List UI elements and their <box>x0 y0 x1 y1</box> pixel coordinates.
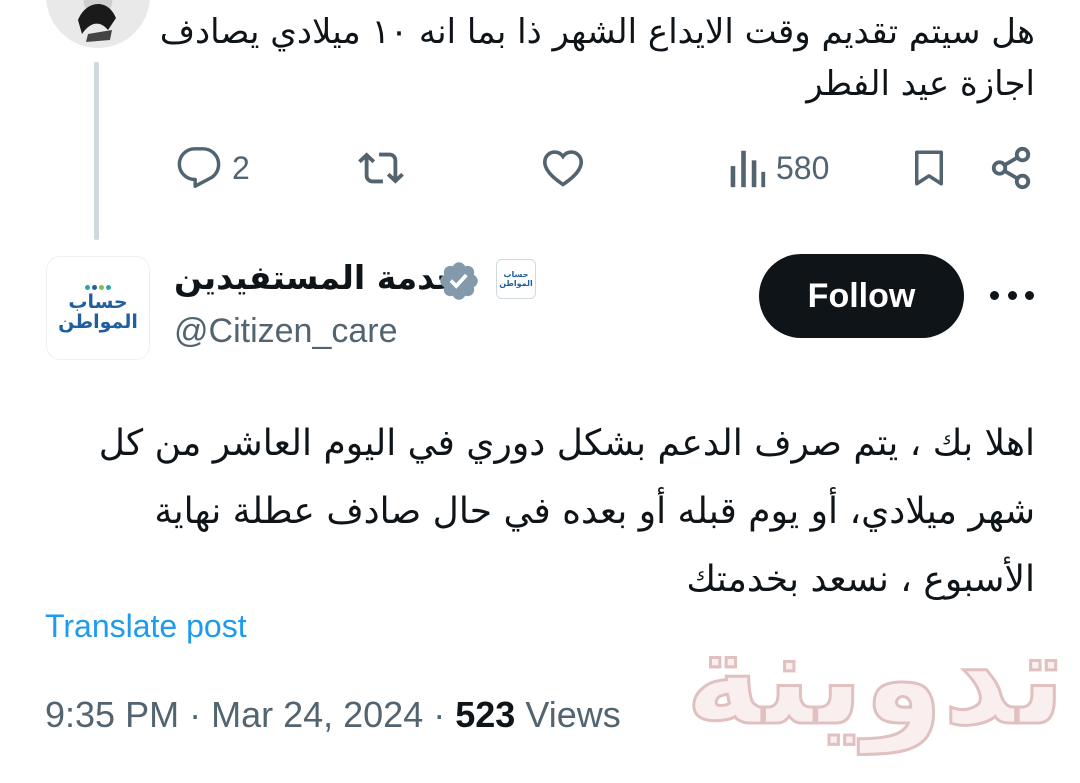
views-action[interactable]: 580 <box>726 140 829 196</box>
separator-dot: · <box>433 694 456 735</box>
translate-post-link[interactable]: Translate post <box>45 608 247 645</box>
separator-dot: · <box>189 694 212 735</box>
heart-icon <box>542 150 584 187</box>
thread-line <box>94 62 99 240</box>
more-options-icon[interactable] <box>990 280 1034 310</box>
logo-dots <box>85 284 111 290</box>
watermark-text: تدوينة <box>684 604 1066 756</box>
share-icon <box>991 146 1031 190</box>
like-action[interactable] <box>540 140 586 196</box>
follow-button[interactable]: Follow <box>759 254 964 338</box>
views-count: 580 <box>776 149 830 186</box>
tweet-views-label: Views <box>525 694 621 735</box>
repost-icon <box>358 152 404 184</box>
tweet-meta: 9:35 PM · Mar 24, 2024 · 523 Views <box>45 694 621 736</box>
author-handle[interactable]: @Citizen_care <box>174 312 398 351</box>
tweet-time[interactable]: 9:35 PM <box>45 694 179 735</box>
affiliate-badge[interactable]: حساب المواطن <box>496 259 536 299</box>
reply-count: 2 <box>232 149 250 186</box>
tweet-views-count: 523 <box>455 694 516 735</box>
tweet-date[interactable]: Mar 24, 2024 <box>211 694 423 735</box>
tweet-text: اهلا بك ، يتم صرف الدعم بشكل دوري في الي… <box>98 423 1035 600</box>
reply-action[interactable]: 2 <box>176 140 250 196</box>
author-avatar[interactable]: حساب المواطن <box>46 256 150 360</box>
logo-line-1: حساب <box>68 290 128 313</box>
avatar-drawing-icon <box>78 3 116 42</box>
analytics-icon <box>730 150 766 188</box>
parent-reply-text: هل سيتم تقديم وقت الايداع الشهر ذا بما ا… <box>159 12 1035 104</box>
logo-line-2: المواطن <box>58 310 138 333</box>
share-action[interactable] <box>988 140 1034 196</box>
repost-action[interactable] <box>356 140 406 196</box>
bookmark-icon <box>915 150 943 186</box>
site-watermark: تدوينة <box>615 600 1075 770</box>
reply-icon <box>177 147 221 188</box>
author-name[interactable]: خدمة المستفيدين <box>174 258 460 297</box>
affiliate-badge-line-2: المواطن <box>499 279 533 288</box>
affiliate-badge-line-1: حساب <box>503 270 529 279</box>
bookmark-action[interactable] <box>908 140 950 196</box>
verified-badge-icon[interactable] <box>437 259 481 303</box>
